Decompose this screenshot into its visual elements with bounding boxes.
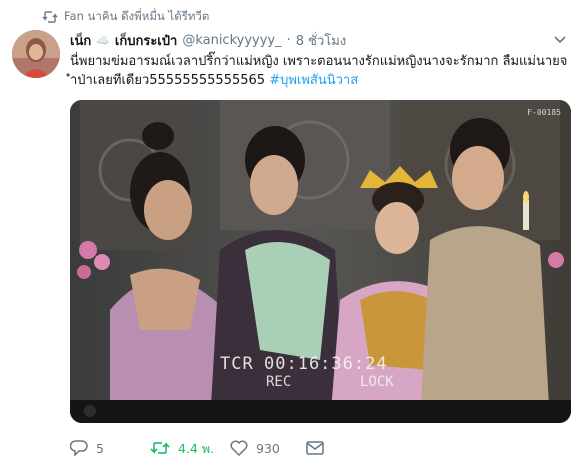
retweet-context-text[interactable]: Fan นาคิน ดึงพี่หมื่น ได้รีทวีต — [64, 8, 209, 26]
reply-count: 5 — [96, 441, 104, 456]
like-button[interactable]: 930 — [230, 440, 306, 459]
author-handle[interactable]: @kanickyyyyy_ — [182, 33, 281, 48]
chevron-down-icon[interactable] — [552, 32, 568, 48]
lock-label: LOCK — [360, 374, 394, 390]
tweet-text: นี่พยามข่มอารมณ์เวลาปริ๊กว่าแม่หญิง เพรา… — [70, 52, 570, 90]
like-count: 930 — [256, 441, 280, 456]
rec-label: REC — [266, 374, 292, 390]
frame-code: F-00185 — [527, 108, 561, 117]
author-name-suffix[interactable]: เก็บกระเป๋า — [115, 30, 177, 51]
direct-message-button[interactable] — [306, 440, 336, 458]
like-icon — [230, 440, 248, 459]
tweet-timestamp[interactable]: 8 ชั่วโมง — [296, 30, 346, 51]
cloud-emoji-icon: ☁️ — [96, 33, 110, 47]
reply-button[interactable]: 5 — [69, 439, 150, 459]
photo-still-frame — [70, 100, 571, 423]
tweet-actions: 5 4.4 พ. 930 — [69, 438, 570, 460]
timecode-value: 00:16:36:24 — [264, 354, 388, 374]
author-name[interactable]: เน็ก — [70, 30, 91, 51]
retweet-icon — [150, 441, 170, 458]
tweet-header: เน็ก ☁️ เก็บกระเป๋า @kanickyyyyy_ · 8 ชั… — [70, 30, 570, 50]
avatar[interactable] — [12, 30, 60, 78]
retweet-icon — [42, 9, 58, 25]
direct-message-icon — [306, 440, 324, 458]
retweet-button[interactable]: 4.4 พ. — [150, 441, 230, 458]
tweet-media-photo[interactable]: F-00185 TCR 00:16:36:24 REC LOCK — [70, 100, 571, 423]
retweet-context[interactable]: Fan นาคิน ดึงพี่หมื่น ได้รีทวีต — [42, 8, 209, 26]
timecode-label: TCR — [220, 354, 254, 374]
reply-icon — [69, 439, 88, 459]
separator-dot: · — [286, 32, 291, 48]
hashtag-link[interactable]: #บุพเพสันนิวาส — [269, 73, 358, 88]
retweet-count: 4.4 พ. — [178, 441, 215, 456]
